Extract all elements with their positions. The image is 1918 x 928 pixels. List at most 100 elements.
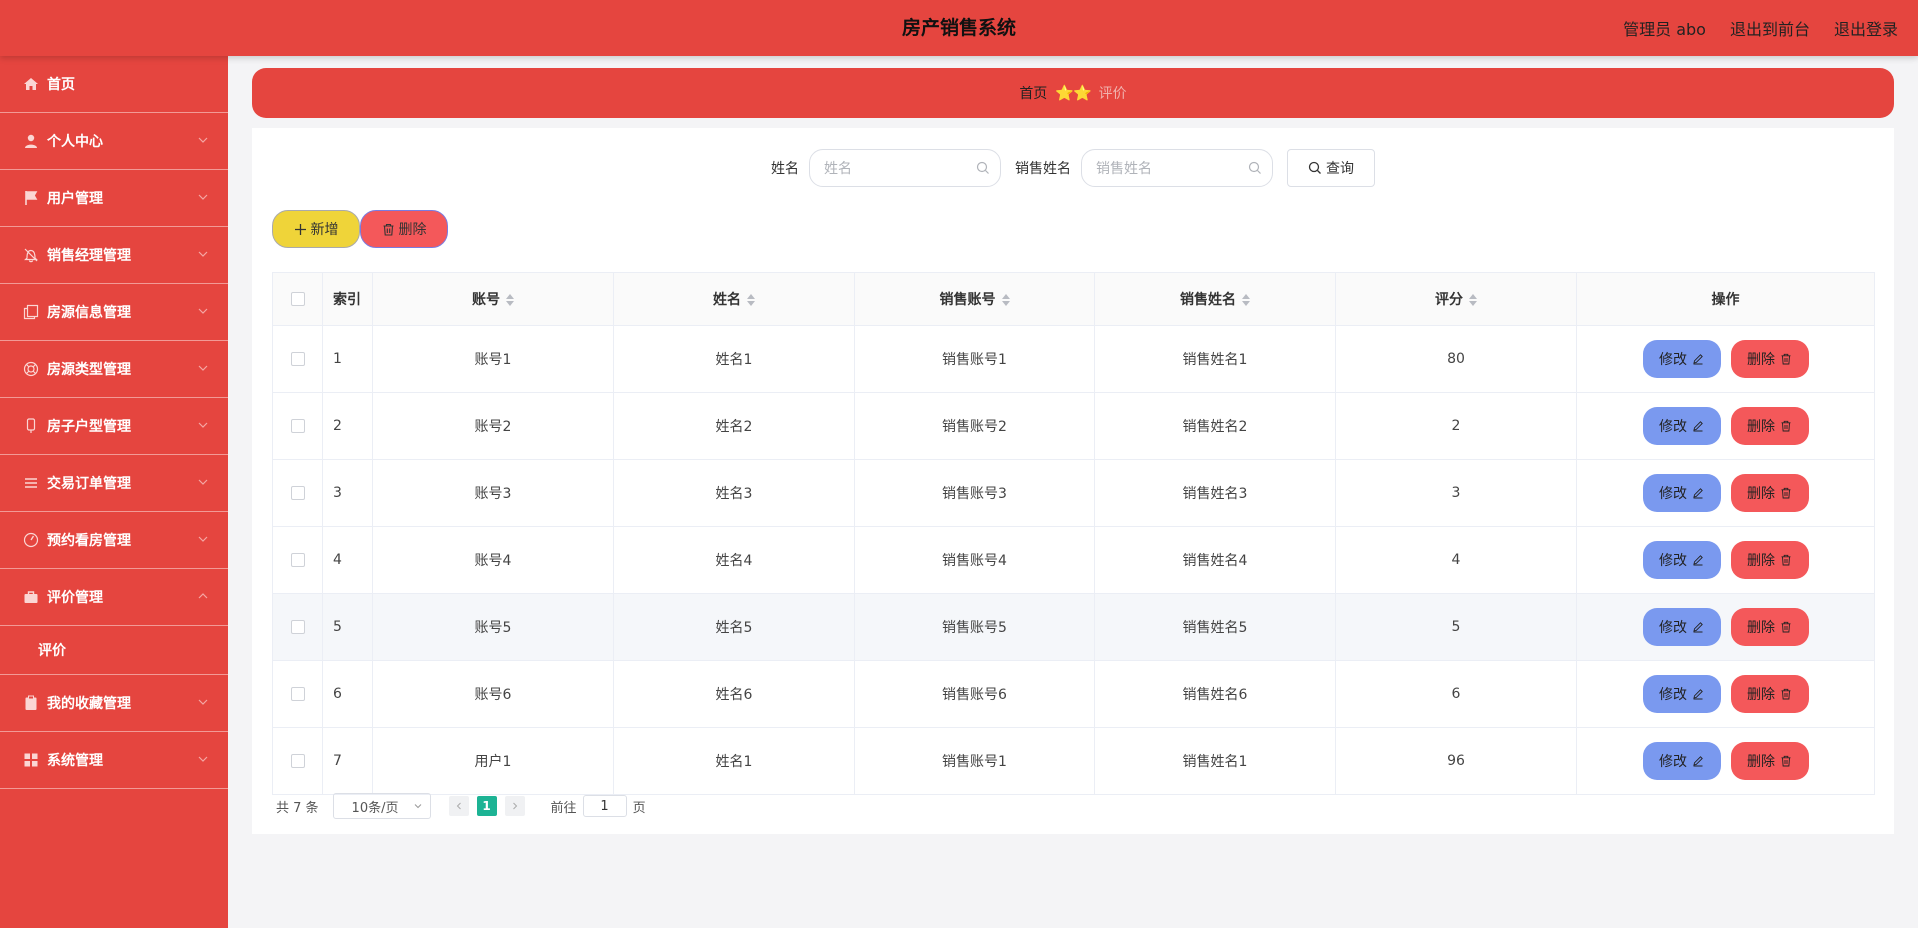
sidebar-item-viewing-appointments[interactable]: 预约看房管理 [0, 512, 228, 569]
page-number-current[interactable]: 1 [476, 796, 497, 816]
delete-button[interactable]: 删除 [1730, 742, 1809, 780]
chevron-down-icon [198, 699, 208, 705]
name-search-input[interactable]: 姓名 [809, 149, 1001, 187]
header-sales-name[interactable]: 销售姓名 [1094, 272, 1336, 326]
delete-button[interactable]: 删除 [1730, 407, 1809, 445]
chevron-down-icon [198, 365, 208, 371]
table-header-row: 索引 账号 姓名 销售账号 销售姓名 评分 操作 [272, 272, 1875, 326]
row-actions: 修改 删除 [1578, 541, 1873, 579]
sales-name-search-input[interactable]: 销售姓名 [1081, 149, 1273, 187]
row-ops: 修改 删除 [1576, 727, 1875, 795]
sort-icon[interactable] [1469, 294, 1477, 306]
add-button[interactable]: 新增 [272, 210, 360, 248]
table-row[interactable]: 2 账号2 姓名2 销售账号2 销售姓名2 2 修改 删除 [272, 392, 1875, 460]
sidebar-item-system-management[interactable]: 系统管理 [0, 732, 228, 789]
row-index: 1 [322, 325, 373, 393]
sidebar-item-house-layout[interactable]: 房子户型管理 [0, 398, 228, 455]
row-actions: 修改 删除 [1578, 474, 1873, 512]
logout-link[interactable]: 退出登录 [1834, 16, 1898, 40]
sidebar-item-label: 首页 [47, 77, 75, 93]
query-button[interactable]: 查询 [1287, 149, 1375, 187]
row-checkbox[interactable] [290, 486, 305, 500]
row-score: 96 [1335, 727, 1577, 795]
edit-button[interactable]: 修改 [1642, 541, 1721, 579]
edit-button[interactable]: 修改 [1642, 407, 1721, 445]
row-checkbox[interactable] [290, 754, 305, 768]
sidebar-item-sales-manager[interactable]: 销售经理管理 [0, 227, 228, 284]
sidebar-item-trade-orders[interactable]: 交易订单管理 [0, 455, 228, 512]
trash-icon [1781, 554, 1791, 566]
edit-button-label: 修改 [1659, 553, 1687, 569]
page-size-select[interactable]: 10条/页 [332, 793, 431, 819]
delete-button-label: 删除 [1747, 419, 1775, 435]
search-icon [1308, 161, 1321, 174]
briefcase-icon [22, 588, 40, 606]
delete-button[interactable]: 删除 [1730, 541, 1809, 579]
breadcrumb-home[interactable]: 首页 [1019, 83, 1047, 103]
sort-icon[interactable] [506, 294, 514, 306]
plus-icon [294, 223, 306, 235]
sort-icon[interactable] [747, 294, 755, 306]
sort-icon[interactable] [1001, 294, 1010, 306]
edit-button[interactable]: 修改 [1642, 608, 1721, 646]
row-sales-name: 销售姓名6 [1094, 660, 1336, 728]
table-row[interactable]: 4 账号4 姓名4 销售账号4 销售姓名4 4 修改 删除 [272, 526, 1875, 594]
grid-icon [22, 751, 40, 769]
row-ops: 修改 删除 [1576, 660, 1875, 728]
row-sales-account: 销售账号3 [854, 459, 1095, 527]
phone-icon [22, 417, 40, 435]
row-sales-name: 销售姓名5 [1094, 593, 1336, 661]
sidebar-subitem-review[interactable]: 评价 [0, 626, 228, 675]
delete-button-label: 删除 [1747, 687, 1775, 703]
batch-delete-button[interactable]: 删除 [360, 210, 448, 248]
delete-button[interactable]: 删除 [1730, 608, 1809, 646]
row-sales-account: 销售账号4 [854, 526, 1095, 594]
sidebar-item-user-management[interactable]: 用户管理 [0, 170, 228, 227]
edit-icon [1693, 354, 1703, 365]
table-row[interactable]: 3 账号3 姓名3 销售账号3 销售姓名3 3 修改 删除 [272, 459, 1875, 527]
row-account: 账号3 [372, 459, 614, 527]
edit-button[interactable]: 修改 [1642, 675, 1721, 713]
sidebar-item-property-info[interactable]: 房源信息管理 [0, 284, 228, 341]
page-size-value: 10条/页 [351, 800, 399, 816]
row-checkbox[interactable] [290, 687, 305, 701]
sidebar-item-favorites[interactable]: 我的收藏管理 [0, 675, 228, 732]
chevron-down-icon [198, 756, 208, 762]
sidebar-item-label: 评价管理 [47, 590, 103, 606]
next-page-button[interactable] [504, 796, 525, 816]
header-account[interactable]: 账号 [372, 272, 614, 326]
row-checkbox[interactable] [290, 352, 305, 366]
row-checkbox[interactable] [290, 419, 305, 433]
row-checkbox[interactable] [290, 553, 305, 567]
delete-button[interactable]: 删除 [1730, 474, 1809, 512]
header-account-label: 账号 [472, 292, 500, 308]
chevron-down-icon [198, 251, 208, 257]
header-score[interactable]: 评分 [1335, 272, 1577, 326]
delete-button[interactable]: 删除 [1730, 340, 1809, 378]
header-sales-account[interactable]: 销售账号 [854, 272, 1095, 326]
sidebar-item-home[interactable]: 首页 [0, 56, 228, 113]
row-sales-account: 销售账号1 [854, 727, 1095, 795]
sidebar-item-property-type[interactable]: 房源类型管理 [0, 341, 228, 398]
edit-button[interactable]: 修改 [1642, 742, 1721, 780]
select-all-checkbox[interactable] [290, 292, 305, 306]
exit-to-frontend-link[interactable]: 退出到前台 [1730, 16, 1810, 40]
prev-page-button[interactable] [448, 796, 469, 816]
goto-page-input[interactable]: 1 [582, 795, 627, 817]
sidebar-item-review-management[interactable]: 评价管理 [0, 569, 228, 626]
edit-button[interactable]: 修改 [1642, 474, 1721, 512]
sidebar-item-personal-center[interactable]: 个人中心 [0, 113, 228, 170]
table-row[interactable]: 6 账号6 姓名6 销售账号6 销售姓名6 6 修改 删除 [272, 660, 1875, 728]
table-row[interactable]: 1 账号1 姓名1 销售账号1 销售姓名1 80 修改 删除 [272, 325, 1875, 393]
header-name[interactable]: 姓名 [613, 272, 855, 326]
row-score: 2 [1335, 392, 1577, 460]
table-row[interactable]: 5 账号5 姓名5 销售账号5 销售姓名5 5 修改 删除 [272, 593, 1875, 661]
edit-button[interactable]: 修改 [1642, 340, 1721, 378]
chevron-down-icon [198, 422, 208, 428]
delete-button[interactable]: 删除 [1730, 675, 1809, 713]
edit-icon [1693, 488, 1703, 499]
table-row[interactable]: 7 用户1 姓名1 销售账号1 销售姓名1 96 修改 删除 [272, 727, 1875, 795]
row-checkbox[interactable] [290, 620, 305, 634]
sort-icon[interactable] [1242, 294, 1250, 306]
sidebar-item-label: 预约看房管理 [47, 533, 131, 549]
